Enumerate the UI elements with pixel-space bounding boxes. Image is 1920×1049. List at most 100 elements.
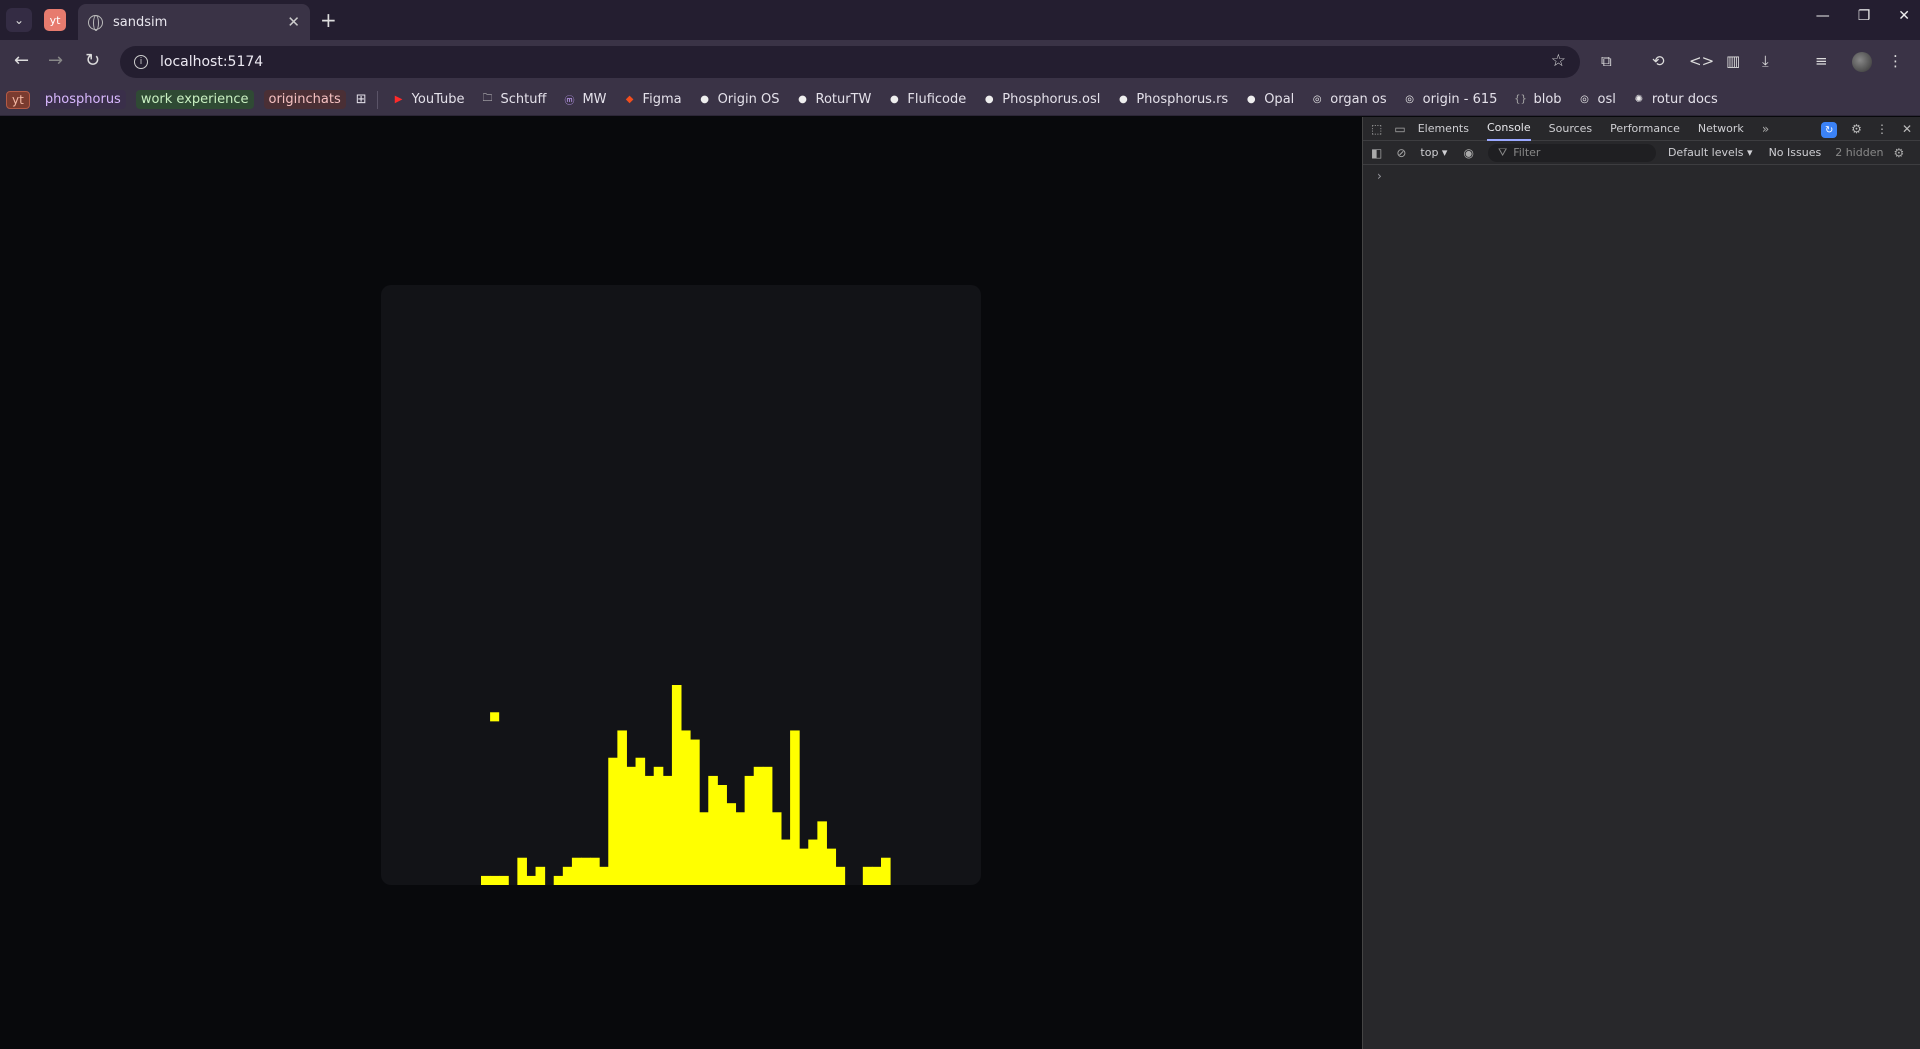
bookmark-folder-work-experience[interactable]: work experience	[135, 90, 254, 109]
devtools-tab-console[interactable]: Console	[1486, 117, 1531, 141]
sand-column	[699, 812, 709, 885]
eye-icon[interactable]: ◉	[1463, 146, 1473, 160]
sand-column	[526, 875, 537, 885]
devtools-tab-elements[interactable]: Elements	[1418, 117, 1469, 141]
menu-icon[interactable]: ⋮	[1888, 52, 1903, 70]
back-icon[interactable]: ←	[14, 50, 29, 71]
bookmark-phosphorus-osl[interactable]: ● Phosphorus.osl	[982, 92, 1100, 107]
pinned-tab[interactable]: yt	[44, 9, 66, 31]
bookmark-phosphorus-rs[interactable]: ● Phosphorus.rs	[1116, 92, 1228, 107]
sand-column	[671, 685, 682, 885]
sand-column	[599, 866, 609, 885]
devtools-tab-performance[interactable]: Performance	[1610, 117, 1680, 141]
globe-icon	[88, 14, 103, 31]
bookmark-label: Phosphorus.osl	[1002, 92, 1101, 107]
folder-icon: 🗀	[482, 93, 493, 104]
devtools-tab-network[interactable]: Network	[1698, 117, 1744, 141]
browser-window: ⌄ yt sandsim ✕ + — ❐ ✕ ← → ↻ i localhost…	[0, 0, 1920, 1049]
devtools-code-icon[interactable]: <>	[1689, 52, 1714, 70]
sand-column	[571, 857, 582, 885]
sand-column	[708, 775, 718, 885]
console-filter-input[interactable]: ⛛ Filter	[1487, 143, 1656, 162]
inspect-icon[interactable]: ⬚	[1371, 122, 1382, 136]
close-tab-icon[interactable]: ✕	[287, 13, 300, 31]
bookmark-schtuff[interactable]: 🗀 Schtuff	[481, 92, 547, 107]
device-toolbar-icon[interactable]: ▭	[1394, 122, 1405, 136]
console-toolbar: ◧ ⊘ top ▾ ◉ ⛛ Filter Default levels ▾ No …	[1363, 141, 1920, 165]
bookmark-folder-phosphorus[interactable]: phosphorus	[39, 90, 126, 109]
filter-icon: ⛛	[1497, 145, 1508, 159]
bookmark-roturtw[interactable]: ● RoturTW	[796, 92, 871, 107]
more-tabs-icon[interactable]: »	[1762, 122, 1769, 136]
bookmark-label: YouTube	[411, 92, 465, 107]
active-tab[interactable]: sandsim ✕	[78, 4, 310, 40]
media-icon[interactable]: ≡	[1815, 52, 1828, 70]
sand-column	[762, 766, 773, 885]
bookmark-star-icon[interactable]: ☆	[1551, 51, 1566, 71]
bookmark-label: origin - 615	[1422, 92, 1498, 107]
github-icon: ●	[1118, 94, 1128, 105]
sand-column	[644, 775, 655, 885]
bookmarks-bar: yt phosphorus work experience originchats ⊞ ▶…	[0, 84, 1920, 116]
bookmark-opal[interactable]: ● Opal	[1244, 92, 1294, 107]
chevron-down-icon: ⌄	[13, 13, 25, 27]
sand-column	[617, 730, 627, 885]
sand-column	[490, 875, 500, 885]
sand-column	[653, 766, 664, 885]
address-bar[interactable]: i localhost:5174 ☆	[120, 46, 1580, 78]
sand-column	[881, 857, 891, 885]
tab-search-button[interactable]: ⌄	[6, 8, 32, 32]
bookmark-label: blob	[1533, 92, 1562, 107]
sidebar-toggle-icon[interactable]: ◧	[1371, 146, 1382, 160]
sand-grid	[481, 685, 891, 885]
bookmark-mw[interactable]: ⓜ MW	[562, 92, 606, 107]
bookmark-rotur-docs[interactable]: ✺ rotur docs	[1632, 92, 1718, 107]
bookmark-label: Fluficode	[907, 92, 967, 107]
page-viewport	[0, 117, 1362, 1049]
sand-column	[871, 866, 882, 885]
side-panel-icon[interactable]: ▥	[1726, 52, 1740, 70]
bookmark-folder-originchats[interactable]: originchats	[263, 90, 346, 109]
bookmark-yt[interactable]: yt	[6, 90, 30, 109]
apps-grid-icon[interactable]: ⊞	[356, 92, 367, 107]
github-icon: ●	[700, 94, 709, 105]
close-devtools-icon[interactable]: ✕	[1902, 122, 1912, 138]
sand-column	[517, 857, 527, 885]
browser-toolbar: ← → ↻ i localhost:5174 ☆ ⧉ ⟲ <> ▥ ⤓ ≡ ⋮	[0, 40, 1920, 84]
context-select[interactable]: top ▾	[1420, 146, 1447, 159]
bookmark-origin-os[interactable]: ● Origin OS	[698, 92, 779, 107]
sand-column	[499, 875, 509, 885]
profile-avatar[interactable]	[1852, 52, 1872, 72]
sand-column	[562, 866, 573, 885]
issues-counter[interactable]: No Issues	[1769, 146, 1822, 159]
bookmark-blob[interactable]: {} blob	[1513, 92, 1561, 107]
sand-column	[862, 866, 873, 885]
bookmark-osl[interactable]: ◎ osl	[1578, 92, 1616, 107]
site-info-icon[interactable]: i	[134, 55, 148, 69]
reload-icon[interactable]: ↻	[85, 50, 100, 71]
clear-console-icon[interactable]: ⊘	[1396, 146, 1406, 160]
bookmark-fluficode[interactable]: ● Fluficode	[887, 92, 966, 107]
extensions-icon[interactable]: ⧉	[1601, 52, 1612, 70]
log-levels-select[interactable]: Default levels ▾	[1668, 146, 1753, 159]
ai-assistant-icon[interactable]: ↻	[1821, 122, 1838, 138]
sand-column	[781, 839, 791, 885]
settings-icon[interactable]: ⚙	[1851, 122, 1862, 138]
console-settings-icon[interactable]: ⚙	[1893, 146, 1904, 160]
devtools-tab-sources[interactable]: Sources	[1549, 117, 1593, 141]
new-tab-button[interactable]: +	[320, 8, 337, 32]
bookmark-label: MW	[582, 92, 607, 107]
download-icon[interactable]: ⤓	[1762, 52, 1769, 70]
bookmark-origin-615[interactable]: ◎ origin - 615	[1403, 92, 1498, 107]
kebab-menu-icon[interactable]: ⋮	[1876, 122, 1888, 138]
bookmark-organ-os[interactable]: ◎ organ os	[1310, 92, 1387, 107]
bookmark-youtube[interactable]: ▶ YouTube	[392, 92, 465, 107]
console-prompt[interactable]: ›	[1363, 165, 1920, 187]
forward-icon[interactable]: →	[48, 50, 63, 71]
bookmark-figma[interactable]: ◆ Figma	[623, 92, 682, 107]
minimize-icon[interactable]: —	[1816, 8, 1830, 24]
close-window-icon[interactable]: ✕	[1898, 8, 1910, 24]
history-icon[interactable]: ⟲	[1652, 52, 1665, 70]
restore-icon[interactable]: ❐	[1858, 8, 1871, 24]
sand-simulation-canvas[interactable]	[381, 285, 981, 885]
